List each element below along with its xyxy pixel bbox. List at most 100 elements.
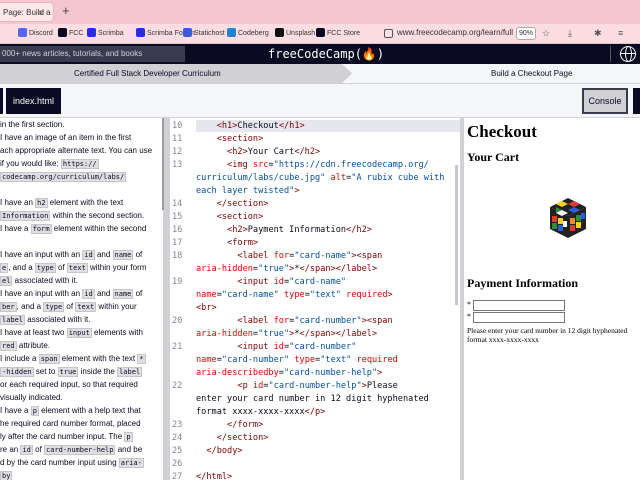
code-line[interactable]: <form> <box>196 237 460 249</box>
file-tab-index-html[interactable]: index.html <box>6 88 61 114</box>
card-name-input[interactable] <box>473 300 565 311</box>
line-number: 21 <box>172 342 183 352</box>
instruction-text: I have an <box>0 198 36 207</box>
inline-code: label <box>117 367 143 377</box>
new-tab-button[interactable]: + <box>62 4 70 18</box>
code-token: > <box>387 290 393 300</box>
code-line[interactable]: <input id="card-number" <box>196 341 460 353</box>
code-line[interactable]: <h2>Payment Information</h2> <box>196 224 460 236</box>
preview-cart-heading: Your Cart <box>467 150 520 164</box>
code-line[interactable]: <label for="card-number"><span <box>196 315 460 327</box>
code-token: "card-name" <box>221 290 279 300</box>
code-token: aria-hidden <box>196 329 253 339</box>
bookmarks-bar: Discord FCC Scrimba Scrimba Forum Statichost… <box>0 24 640 44</box>
browser-tab[interactable]: Page: Build a × <box>0 2 54 22</box>
code-token: </section> <box>216 199 269 209</box>
code-token: name <box>196 355 217 365</box>
toolbar-edge-button[interactable] <box>0 88 3 114</box>
instruction-text: of <box>133 250 143 259</box>
code-line[interactable]: format xxxx-xxxx-xxxx</p> <box>196 406 460 418</box>
globe-icon[interactable] <box>620 46 636 62</box>
code-line[interactable]: <h1>Checkout</h1> <box>196 120 460 132</box>
card-number-input[interactable] <box>473 312 565 323</box>
bookmark-item[interactable]: FCC <box>58 28 83 39</box>
editor-scrollbar[interactable] <box>455 165 458 305</box>
code-token: <section> <box>216 212 264 222</box>
code-line[interactable]: name="card-number" type="text" required <box>196 354 460 366</box>
bookmark-item[interactable]: Statichost <box>183 28 225 39</box>
code-line[interactable]: <label for="card-name"><span <box>196 250 460 262</box>
code-line[interactable]: <h2>Your Cart</h2> <box>196 146 460 158</box>
url-field[interactable]: www.freecodecamp.org/learn/full <box>397 28 513 38</box>
bookmark-item[interactable]: Codeberg <box>227 28 269 39</box>
code-token: enter your card number in 12 digit hyphe… <box>196 394 429 404</box>
instruction-text: element within the second <box>51 224 147 233</box>
inline-code: text <box>75 302 97 312</box>
inline-code: -hidden <box>0 367 34 377</box>
code-token: <input <box>237 277 274 287</box>
code-line[interactable]: name="card-name" type="text" required> <box>196 289 460 301</box>
download-icon[interactable]: ⤓ <box>568 28 572 38</box>
code-token: "true" <box>258 264 290 274</box>
menu-icon[interactable]: ≡ <box>618 28 623 38</box>
inline-code: https:// <box>60 159 99 169</box>
code-line[interactable]: </section> <box>196 198 460 210</box>
instruction-text: re an <box>0 445 21 454</box>
code-line[interactable]: </form> <box>196 419 460 431</box>
code-editor[interactable]: 10 <h1>Checkout</h1> 11 <section> 12 <h2>Y… <box>170 118 460 480</box>
breadcrumb-lesson[interactable]: Build a Checkout Page <box>491 64 572 83</box>
bookmark-item[interactable]: Scrimba <box>87 28 124 39</box>
code-line[interactable]: </section> <box>196 432 460 444</box>
inline-code: card-number-help <box>44 445 116 455</box>
code-token: "card-number" <box>221 355 290 365</box>
fcc-logo[interactable]: freeCodeCamp(🔥) <box>268 46 384 62</box>
code-line[interactable]: each layer twisted"> <box>196 185 460 197</box>
code-line[interactable]: curriculum/labs/cube.jpg" alt="A rubix c… <box>196 172 460 184</box>
code-token: "https://cdn.freecodecamp.org/ <box>273 160 429 170</box>
inline-code: * <box>137 354 146 364</box>
code-line[interactable]: aria-hidden="true">*</span></label> <box>196 328 460 340</box>
inline-code: text <box>66 263 88 273</box>
code-token: </html> <box>196 472 233 480</box>
code-line[interactable]: enter your card number in 12 digit hyphe… <box>196 393 460 405</box>
inline-code: span <box>38 354 60 364</box>
bookmark-item[interactable]: Unsplash <box>275 28 315 39</box>
code-line[interactable]: aria-describedby="card-number-help"> <box>196 367 460 379</box>
bookmark-star-icon[interactable]: ☆ <box>542 28 550 38</box>
fcc-header: 000+ news articles, tutorials, and books… <box>0 44 640 64</box>
instruction-text: and <box>94 289 113 298</box>
code-token: required <box>356 355 398 365</box>
inline-code: Information <box>0 211 51 221</box>
bookmark-item[interactable]: FCC Store <box>316 28 360 39</box>
close-icon[interactable]: × <box>38 8 43 18</box>
line-number: 23 <box>172 420 183 430</box>
code-line[interactable]: </body> <box>196 445 460 457</box>
inline-code: id <box>82 250 95 260</box>
zoom-level[interactable]: 90% <box>516 27 536 40</box>
bookmark-item[interactable]: Discord <box>18 28 53 39</box>
code-line[interactable]: <input id="card-name" <box>196 276 460 288</box>
inline-code: p <box>30 406 39 416</box>
line-number: 26 <box>172 459 183 469</box>
code-line[interactable]: </html> <box>196 471 460 480</box>
code-token: id <box>273 277 284 287</box>
code-line[interactable]: <br> <box>196 302 460 314</box>
code-line[interactable]: <img src="https://cdn.freecodecamp.org/ <box>196 159 460 171</box>
toolbar-edge-button-right[interactable] <box>633 88 640 114</box>
code-line[interactable]: aria-hidden="true">*</span></label> <box>196 263 460 275</box>
extensions-icon[interactable]: ✱ <box>594 28 602 38</box>
code-line[interactable]: <p id="card-number-help">Please <box>196 380 460 392</box>
code-line[interactable]: <section> <box>196 133 460 145</box>
search-input[interactable]: 000+ news articles, tutorials, and books <box>0 46 185 62</box>
instruction-text: ach appropriate alternate text. You can … <box>0 146 153 155</box>
code-token: Please <box>366 381 398 391</box>
bookmark-label: Codeberg <box>238 30 269 37</box>
code-line[interactable]: <section> <box>196 211 460 223</box>
rubiks-cube-image <box>550 198 586 238</box>
bookmark-icon <box>136 28 145 37</box>
console-button[interactable]: Console <box>582 88 628 114</box>
breadcrumb-curriculum[interactable]: Certified Full Stack Developer Curriculu… <box>0 64 352 83</box>
